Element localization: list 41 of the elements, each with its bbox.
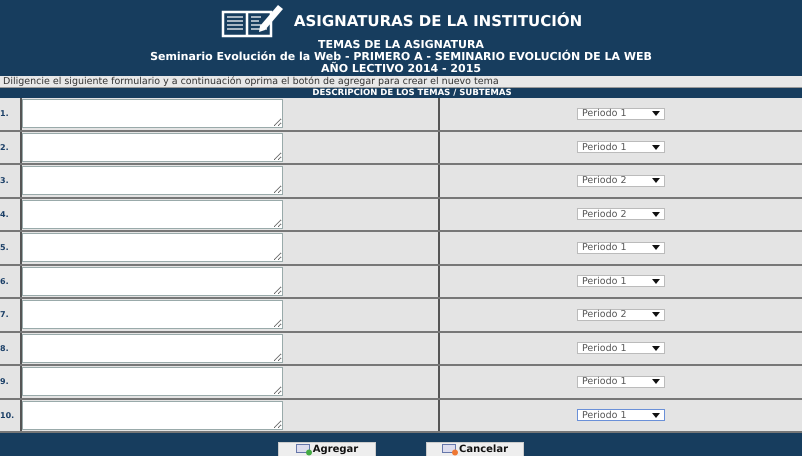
period-dropdown[interactable]: Periodo 1 bbox=[577, 108, 665, 120]
period-dropdown[interactable]: Periodo 2 bbox=[577, 208, 665, 220]
caret-icon bbox=[652, 312, 660, 318]
caret-icon bbox=[652, 278, 660, 284]
course-name: Seminario Evolución de la Web - PRIMERO A - SEMINARIO EVOLUCIÓN DE LA WEB bbox=[150, 51, 652, 63]
caret-icon bbox=[652, 212, 660, 217]
caret-icon bbox=[652, 346, 660, 351]
page-title: ASIGNATURAS DE LA INSTITUCIÓN bbox=[294, 12, 582, 30]
topic-field[interactable] bbox=[22, 132, 283, 162]
cancel-button[interactable]: Cancelar bbox=[426, 442, 524, 456]
subtitle: TEMAS DE LA ASIGNATURA bbox=[318, 39, 484, 51]
period-dropdown[interactable]: Periodo 1 bbox=[577, 242, 665, 254]
caret-icon bbox=[652, 178, 660, 184]
topic-field[interactable] bbox=[22, 367, 283, 396]
cancel-icon bbox=[442, 444, 459, 456]
period-dropdown[interactable]: Periodo 1 bbox=[577, 275, 665, 288]
caret-icon bbox=[652, 379, 660, 384]
add-button[interactable]: Agregar bbox=[278, 442, 376, 456]
topic-field[interactable] bbox=[22, 233, 283, 262]
period-dropdown[interactable]: Periodo 1 bbox=[577, 409, 665, 422]
instructions-text: Diligencie el siguiente formulario y a continuación oprima el botón de agregar para crear el nuevo tema bbox=[0, 76, 802, 88]
topic-field[interactable] bbox=[22, 300, 283, 329]
school-year: AÑO LECTIVO 2014 - 2015 bbox=[320, 63, 482, 75]
period-dropdown[interactable]: Periodo 2 bbox=[577, 174, 665, 187]
topic-field[interactable] bbox=[22, 400, 283, 430]
period-dropdown[interactable]: Periodo 1 bbox=[577, 376, 665, 388]
caret-icon bbox=[652, 412, 660, 418]
topic-field[interactable] bbox=[22, 200, 283, 228]
column-header: DESCRIPCION DE LOS TEMAS / SUBTEMAS bbox=[311, 88, 513, 98]
caret-icon bbox=[652, 111, 660, 116]
topic-field[interactable] bbox=[22, 266, 283, 296]
topic-field[interactable] bbox=[22, 334, 283, 362]
topic-field[interactable] bbox=[22, 99, 283, 128]
caret-icon bbox=[652, 144, 660, 150]
period-dropdown[interactable]: Periodo 2 bbox=[577, 308, 665, 321]
period-dropdown[interactable]: Periodo 1 bbox=[577, 342, 665, 354]
period-dropdown[interactable]: Periodo 1 bbox=[577, 141, 665, 154]
caret-icon bbox=[652, 245, 660, 250]
topic-field[interactable] bbox=[22, 166, 283, 195]
book-pencil-icon bbox=[220, 2, 284, 40]
add-icon bbox=[296, 444, 313, 456]
